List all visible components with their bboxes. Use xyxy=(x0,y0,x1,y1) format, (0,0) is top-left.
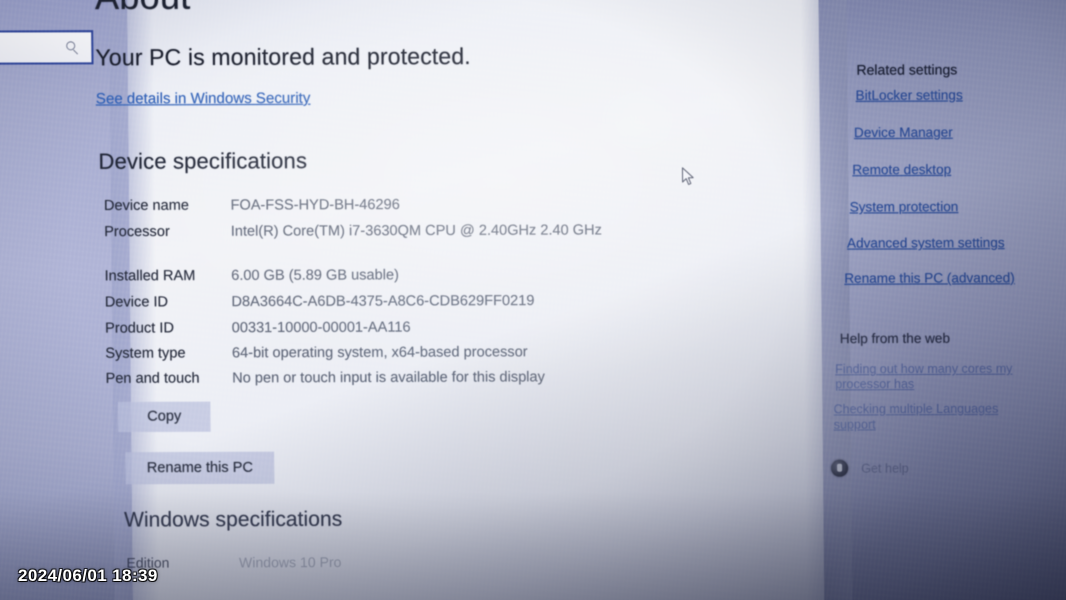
web-link-multiple-languages[interactable]: Checking multiple Languages support xyxy=(833,402,1034,433)
spec-value: No pen or touch input is available for t… xyxy=(232,369,545,387)
device-specifications-heading: Device specifications xyxy=(98,148,308,174)
related-link-remote-desktop[interactable]: Remote desktop xyxy=(852,162,951,177)
spec-value: 00331-10000-00001-AA116 xyxy=(231,319,411,337)
related-link-rename-this-pc-advanced[interactable]: Rename this PC (advanced) xyxy=(844,270,1015,286)
spec-value: 6.00 GB (5.89 GB usable) xyxy=(231,267,399,284)
related-link-device-manager[interactable]: Device Manager xyxy=(854,125,953,140)
related-settings-heading: Related settings xyxy=(856,61,958,78)
spec-label: Device ID xyxy=(104,294,169,311)
windows-specifications-heading: Windows specifications xyxy=(123,507,343,532)
search-input[interactable] xyxy=(0,30,94,65)
help-bubble-icon xyxy=(830,459,849,477)
protection-status-text: Your PC is monitored and protected. xyxy=(95,42,471,71)
spec-value: Windows 10 Pro xyxy=(238,553,342,571)
windows-security-details-link[interactable]: See details in Windows Security xyxy=(96,90,311,108)
help-from-web-heading: Help from the web xyxy=(839,330,951,347)
search-icon xyxy=(66,41,79,55)
spec-label: Installed RAM xyxy=(104,268,196,285)
camera-timestamp: 2024/06/01 18:39 xyxy=(18,566,158,585)
mouse-cursor-icon xyxy=(681,167,694,185)
related-link-bitlocker-settings[interactable]: BitLocker settings xyxy=(856,87,963,102)
get-help-button[interactable]: Get help xyxy=(830,459,952,480)
related-link-advanced-system-settings[interactable]: Advanced system settings xyxy=(847,235,1005,251)
rename-this-pc-button[interactable]: Rename this PC xyxy=(125,451,275,485)
photographed-screen: About Your PC is monitored and protected… xyxy=(0,0,1066,600)
spec-label: Product ID xyxy=(105,320,175,337)
settings-window: About Your PC is monitored and protected… xyxy=(0,0,1066,600)
spec-value: 64-bit operating system, x64-based proce… xyxy=(231,344,528,362)
spec-value: Intel(R) Core(TM) i7-3630QM CPU @ 2.40GH… xyxy=(230,222,602,240)
get-help-label: Get help xyxy=(861,461,909,476)
spec-label: System type xyxy=(105,345,186,362)
spec-value: FOA-FSS-HYD-BH-46296 xyxy=(230,196,400,214)
copy-button[interactable]: Copy xyxy=(117,401,211,433)
page-title: About xyxy=(95,0,191,18)
spec-label: Device name xyxy=(103,197,190,215)
spec-value: D8A3664C-A6DB-4375-A8C6-CDB629FF0219 xyxy=(231,292,535,311)
spec-label: Processor xyxy=(104,223,170,241)
spec-label: Pen and touch xyxy=(105,370,200,387)
related-link-system-protection[interactable]: System protection xyxy=(850,199,959,214)
web-link-processor-cores[interactable]: Finding out how many cores my processor … xyxy=(835,362,1028,393)
